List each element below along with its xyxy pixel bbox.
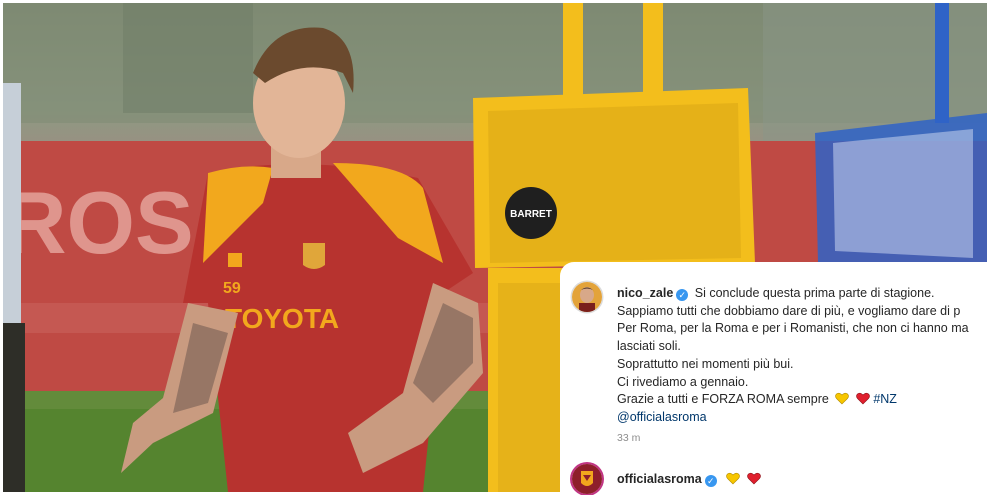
caption-first-line: nico_zale ✓ Si conclude questa prima part… bbox=[617, 285, 935, 301]
mention-link[interactable]: @officialasroma bbox=[617, 409, 707, 425]
caption-line-5: Soprattutto nei momenti più bui. bbox=[617, 357, 794, 371]
comment-red-heart-icon bbox=[746, 472, 761, 485]
commenter-username[interactable]: officialasroma bbox=[617, 472, 702, 486]
dummy-brand: BARRET bbox=[510, 209, 552, 220]
author-avatar-image bbox=[572, 282, 602, 312]
yellow-heart-icon bbox=[835, 392, 850, 405]
hashtag-link[interactable]: #NZ bbox=[873, 392, 897, 406]
author-username[interactable]: nico_zale bbox=[617, 286, 673, 300]
shirt-sponsor: TOYOTA bbox=[225, 303, 339, 334]
commenter-avatar-image bbox=[572, 464, 602, 494]
banner-text: ROS bbox=[3, 173, 194, 272]
comment-yellow-heart-icon bbox=[726, 472, 741, 485]
verified-badge-icon: ✓ bbox=[676, 289, 689, 301]
author-avatar[interactable] bbox=[572, 282, 602, 312]
commenter-avatar[interactable] bbox=[572, 464, 602, 494]
commenter-verified-badge-icon: ✓ bbox=[704, 475, 717, 487]
caption-line-2: Sappiamo tutti che dobbiamo dare di più,… bbox=[617, 304, 961, 318]
caption-line-3: Per Roma, per la Roma e per i Romanisti,… bbox=[617, 321, 969, 335]
caption-line-1: Si conclude questa prima parte di stagio… bbox=[694, 286, 935, 300]
caption-line-6: Ci rivediamo a gennaio. bbox=[617, 375, 749, 389]
post-timestamp: 33 m bbox=[617, 432, 641, 444]
screenshot-frame: ROS BARRET 59 TOYOTA nico_zale ✓ Si conc… bbox=[0, 0, 990, 495]
caption-line-4: lasciati soli. bbox=[617, 339, 681, 353]
comment-row: officialasroma ✓ bbox=[617, 471, 761, 487]
shirt-number: 59 bbox=[223, 280, 241, 297]
caption-line-7: Grazie a tutti e FORZA ROMA sempre bbox=[617, 392, 829, 406]
caption-line-7-row: Grazie a tutti e FORZA ROMA sempre #NZ bbox=[617, 391, 897, 407]
red-heart-icon bbox=[856, 392, 870, 405]
